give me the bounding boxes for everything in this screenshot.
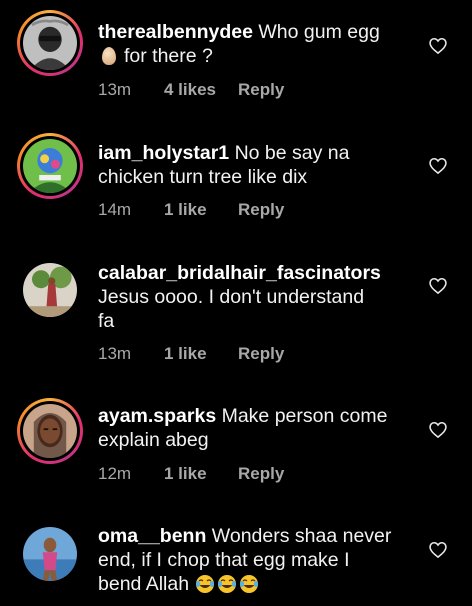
comment-text-cont: fa xyxy=(98,310,115,332)
comment-likes[interactable]: 1 like xyxy=(164,464,238,484)
comment-meta: 12m 1 like Reply xyxy=(98,464,284,484)
comment-username[interactable]: iam_holystar1 xyxy=(98,142,229,164)
face-with-tears-of-joy-icon xyxy=(239,575,258,593)
heart-outline-icon[interactable] xyxy=(428,420,448,440)
comment-body: ayam.sparks Make person come explain abe… xyxy=(98,404,408,452)
comment-body: calabar_bridalhair_fascinators Jesus ooo… xyxy=(98,261,408,333)
comment-text: Jesus oooo. I don't understand xyxy=(98,286,365,308)
comment-time: 12m xyxy=(98,464,132,483)
comment-username[interactable]: therealbennydee xyxy=(98,21,253,43)
comment-text: Wonders shaa never xyxy=(211,525,392,547)
comment-text-cont: chicken turn tree like dix xyxy=(98,166,308,188)
avatar-story-ring[interactable] xyxy=(17,10,83,76)
comment-body: iam_holystar1 No be say na chicken turn … xyxy=(98,141,408,189)
avatar xyxy=(23,16,77,70)
comment-text-cont: explain abeg xyxy=(98,429,209,451)
comment-text: Who gum egg xyxy=(258,21,380,43)
comment-text-cont: for there ? xyxy=(124,45,213,67)
comment-text: No be say na xyxy=(234,142,350,164)
comment-body: therealbennydee Who gum egg for there ? xyxy=(98,20,408,68)
avatar-wrap[interactable] xyxy=(17,521,83,587)
avatar xyxy=(23,404,77,458)
avatar-wrap[interactable] xyxy=(17,257,83,323)
comment-text-cont2: bend Allah xyxy=(98,573,190,595)
comment-meta: 13m 4 likes Reply xyxy=(98,80,284,100)
avatar xyxy=(23,139,77,193)
comment-time: 13m xyxy=(98,80,132,99)
comment-likes[interactable]: 1 like xyxy=(164,344,238,364)
comment-meta: 13m 1 like Reply xyxy=(98,344,284,364)
comment-text-cont: end, if I chop that egg make I xyxy=(98,549,350,571)
comment-text: Make person come xyxy=(221,405,388,427)
comment-meta: 14m 1 like Reply xyxy=(98,200,284,220)
face-with-tears-of-joy-icon xyxy=(217,575,236,593)
reply-button[interactable]: Reply xyxy=(238,200,284,220)
reply-button[interactable]: Reply xyxy=(238,80,284,100)
avatar-story-ring[interactable] xyxy=(17,398,83,464)
heart-outline-icon[interactable] xyxy=(428,540,448,560)
comment-time: 13m xyxy=(98,344,132,363)
avatar xyxy=(23,527,77,581)
comment-body: oma__benn Wonders shaa never end, if I c… xyxy=(98,524,408,596)
avatar-story-ring[interactable] xyxy=(17,133,83,199)
heart-outline-icon[interactable] xyxy=(428,276,448,296)
egg-emoji-icon xyxy=(102,47,116,65)
comment-username[interactable]: calabar_bridalhair_fascinators xyxy=(98,262,381,284)
reply-button[interactable]: Reply xyxy=(238,464,284,484)
comment-username[interactable]: oma__benn xyxy=(98,525,206,547)
comment-username[interactable]: ayam.sparks xyxy=(98,405,216,427)
heart-outline-icon[interactable] xyxy=(428,156,448,176)
heart-outline-icon[interactable] xyxy=(428,36,448,56)
reply-button[interactable]: Reply xyxy=(238,344,284,364)
comment-time: 14m xyxy=(98,200,132,219)
face-with-tears-of-joy-icon xyxy=(195,575,214,593)
avatar xyxy=(23,263,77,317)
comment-likes[interactable]: 1 like xyxy=(164,200,238,220)
comment-likes[interactable]: 4 likes xyxy=(164,80,238,100)
